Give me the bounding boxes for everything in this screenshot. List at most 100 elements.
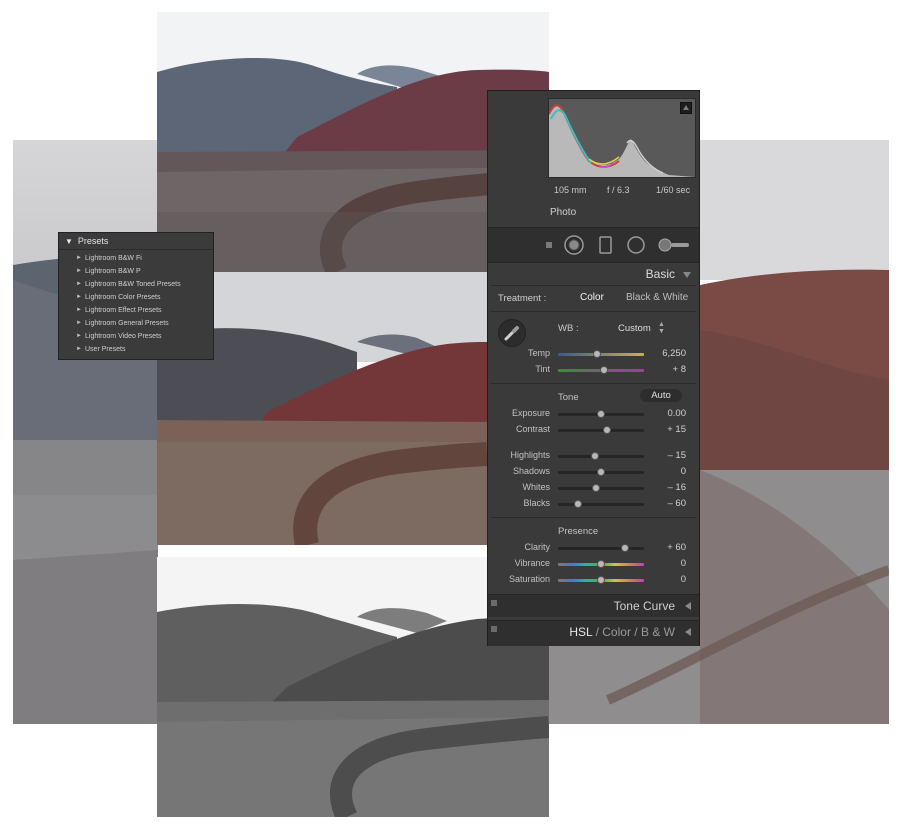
preset-folder[interactable]: ► Lightroom B&W Toned Presets [59, 278, 213, 291]
preset-folder-label: Lightroom Effect Presets [85, 307, 162, 314]
wb-label: WB : [558, 323, 579, 334]
temp-slider[interactable] [558, 350, 644, 358]
triangle-right-icon[interactable]: ► [76, 317, 82, 330]
presets-panel: ▼ Presets ► Lightroom B&W Fi ► Lightroom B&… [58, 232, 214, 360]
presence-title: Presence [558, 526, 599, 537]
tab-separator: / [595, 625, 599, 639]
clarity-label: Clarity [524, 542, 550, 552]
temp-value[interactable]: 6,250 [646, 348, 686, 359]
photo-label: Photo [550, 207, 577, 218]
updown-arrows-icon[interactable]: ▲ ▼ [658, 321, 665, 335]
shadows-slider[interactable] [558, 468, 644, 476]
adjustment-brush-icon[interactable] [658, 238, 689, 252]
expand-triangle-icon[interactable] [685, 628, 691, 636]
triangle-right-icon[interactable]: ► [76, 265, 82, 278]
histogram [548, 98, 696, 178]
highlights-label: Highlights [510, 450, 550, 460]
tab-separator: / [634, 625, 638, 639]
triangle-down-icon[interactable]: ▼ [65, 234, 73, 250]
vibrance-label: Vibrance [514, 558, 550, 568]
eyedropper-icon[interactable] [498, 319, 526, 347]
preset-folder-label: Lightroom Video Presets [85, 333, 162, 340]
contrast-value[interactable]: + 15 [646, 424, 686, 435]
temp-label: Temp [527, 348, 550, 358]
graduated-filter-icon[interactable] [546, 242, 552, 248]
triangle-right-icon[interactable]: ► [76, 330, 82, 343]
tint-label: Tint [535, 364, 550, 374]
blacks-value[interactable]: – 60 [646, 498, 687, 509]
tone-curve-header[interactable]: Tone Curve [488, 594, 699, 617]
preset-folder[interactable]: ► Lightroom Color Presets [59, 291, 213, 304]
highlights-value[interactable]: – 15 [646, 450, 687, 461]
whites-slider[interactable] [558, 484, 644, 492]
contrast-label: Contrast [515, 424, 550, 434]
background-photo-left [13, 140, 158, 724]
tab-bw[interactable]: B & W [641, 625, 675, 639]
whites-value[interactable]: – 16 [646, 482, 687, 493]
clarity-slider[interactable] [558, 544, 644, 552]
preset-folder[interactable]: ► Lightroom B&W P [59, 265, 213, 278]
exposure-label: Exposure [511, 408, 550, 418]
saturation-value[interactable]: 0 [646, 574, 686, 585]
red-eye-icon[interactable] [599, 236, 612, 254]
collapse-triangle-icon[interactable] [683, 272, 691, 278]
exposure-slider[interactable] [558, 410, 644, 418]
basic-section-title[interactable]: Basic [646, 267, 675, 281]
triangle-right-icon[interactable]: ► [76, 278, 82, 291]
vibrance-slider[interactable] [558, 560, 644, 568]
divider [491, 517, 696, 518]
preset-folder-label: User Presets [85, 346, 126, 353]
presets-list: ► Lightroom B&W Fi ► Lightroom B&W P ► Ligh… [59, 250, 213, 356]
preset-folder[interactable]: ► Lightroom B&W Fi [59, 252, 213, 265]
preset-folder-label: Lightroom B&W P [85, 268, 141, 275]
wb-select[interactable]: Custom [618, 323, 651, 334]
highlights-slider[interactable] [558, 452, 644, 460]
contrast-slider[interactable] [558, 426, 644, 434]
shutter-speed: 1/60 sec [656, 185, 691, 195]
whites-label: Whites [522, 482, 550, 492]
saturation-slider[interactable] [558, 576, 644, 584]
preset-folder[interactable]: ► User Presets [59, 343, 213, 356]
preset-folder[interactable]: ► Lightroom Effect Presets [59, 304, 213, 317]
triangle-right-icon[interactable]: ► [76, 291, 82, 304]
vibrance-value[interactable]: 0 [646, 558, 686, 569]
divider [491, 383, 696, 384]
preset-folder-label: Lightroom General Presets [85, 320, 169, 327]
treatment-color-option[interactable]: Color [580, 292, 604, 303]
preset-folder[interactable]: ► Lightroom General Presets [59, 317, 213, 330]
hsl-header[interactable]: HSL / Color / B & W [488, 620, 699, 646]
radial-filter-icon[interactable] [627, 236, 645, 254]
preset-folder-label: Lightroom B&W Fi [85, 255, 142, 262]
tone-title: Tone [558, 392, 579, 403]
aperture: f / 6.3 [607, 185, 630, 195]
panel-switch-icon[interactable] [491, 626, 497, 632]
presets-title: Presets [77, 236, 109, 246]
clarity-value[interactable]: + 60 [646, 542, 686, 553]
tab-color[interactable]: Color [602, 625, 631, 639]
preset-folder-label: Lightroom Color Presets [85, 294, 161, 301]
treatment-label: Treatment : [498, 293, 547, 304]
blacks-slider[interactable] [558, 500, 644, 508]
presets-header[interactable]: ▼ Presets [59, 233, 213, 250]
hsl-tabs: HSL / Color / B & W [569, 625, 675, 639]
divider [491, 285, 696, 286]
triangle-right-icon[interactable]: ► [76, 252, 82, 265]
panel-switch-icon[interactable] [491, 600, 497, 606]
saturation-label: Saturation [508, 574, 550, 584]
expand-triangle-icon[interactable] [685, 602, 691, 610]
tint-value[interactable]: + 8 [646, 364, 686, 375]
auto-button[interactable]: Auto [640, 389, 682, 402]
tone-curve-title[interactable]: Tone Curve [614, 599, 675, 613]
tint-slider[interactable] [558, 366, 644, 374]
triangle-right-icon[interactable]: ► [76, 304, 82, 317]
histogram-clip-icon[interactable] [680, 102, 692, 114]
spot-removal-icon[interactable] [564, 235, 584, 255]
divider [491, 311, 696, 312]
treatment-bw-option[interactable]: Black & White [626, 292, 688, 303]
triangle-right-icon[interactable]: ► [76, 343, 82, 356]
tab-hsl[interactable]: HSL [569, 625, 592, 639]
exposure-value[interactable]: 0.00 [646, 408, 687, 419]
preset-folder[interactable]: ► Lightroom Video Presets [59, 330, 213, 343]
shadows-label: Shadows [512, 466, 550, 476]
shadows-value[interactable]: 0 [646, 466, 686, 477]
